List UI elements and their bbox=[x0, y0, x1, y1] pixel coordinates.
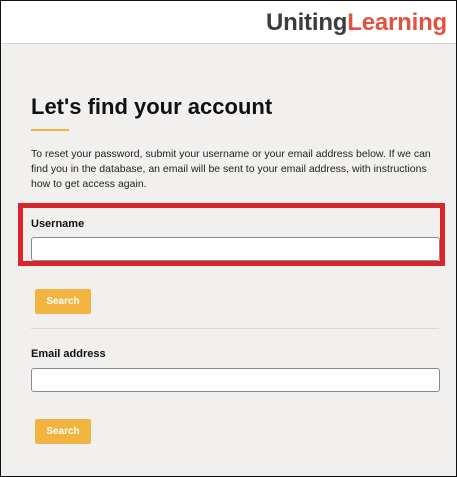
section-divider bbox=[31, 328, 439, 329]
brand-logo-part-2: Learning bbox=[347, 9, 447, 36]
brand-logo-part-1: Uniting bbox=[266, 9, 348, 36]
brand-logo[interactable]: UnitingLearning bbox=[266, 11, 447, 35]
username-search-button[interactable]: Search bbox=[35, 289, 91, 314]
email-field[interactable] bbox=[31, 368, 440, 392]
email-search-button[interactable]: Search bbox=[35, 419, 91, 444]
username-label: Username bbox=[31, 218, 85, 230]
username-field[interactable] bbox=[31, 237, 440, 261]
title-underline bbox=[31, 129, 69, 131]
email-label: Email address bbox=[31, 348, 106, 360]
page-title: Let's find your account bbox=[31, 94, 273, 119]
page-frame: UnitingLearning Let's find your account … bbox=[0, 0, 457, 477]
header-bar: UnitingLearning bbox=[1, 1, 456, 44]
intro-text: To reset your password, submit your user… bbox=[31, 148, 431, 190]
